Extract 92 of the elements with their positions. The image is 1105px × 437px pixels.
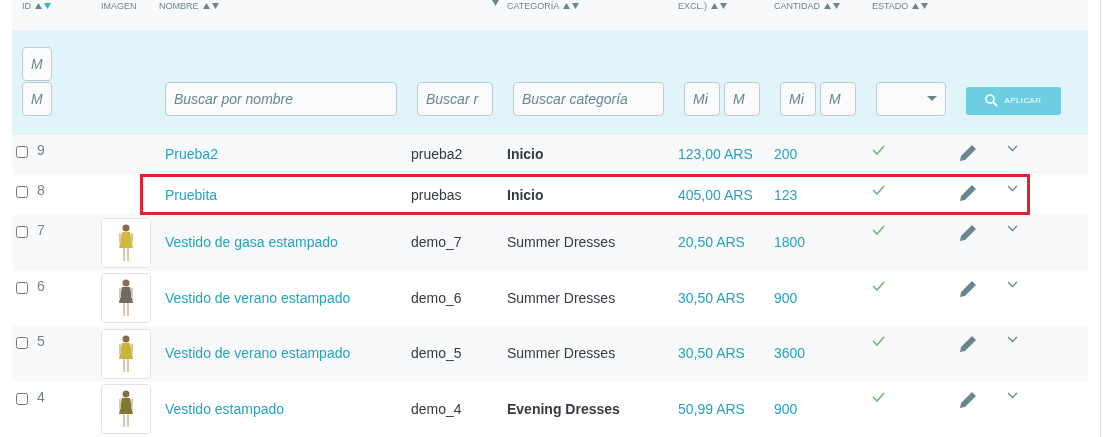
chevron-down-icon[interactable]	[1007, 144, 1018, 152]
check-icon[interactable]	[872, 280, 885, 291]
sort-up-icon[interactable]	[824, 3, 831, 9]
row-checkbox[interactable]	[16, 145, 28, 158]
filter-field[interactable]: M	[820, 81, 856, 116]
product-category: Inicio	[507, 146, 544, 163]
row-checkbox[interactable]	[16, 281, 28, 294]
edit-icon[interactable]	[960, 390, 977, 408]
product-quantity: 900	[774, 289, 798, 306]
product-id: 8	[37, 181, 45, 198]
row-checkbox[interactable]	[16, 337, 28, 350]
product-quantity: 123	[774, 186, 798, 203]
filter-field[interactable]: Buscar por nombre	[165, 81, 397, 116]
sort-down-icon[interactable]	[833, 3, 840, 9]
chevron-down-icon[interactable]	[1007, 225, 1018, 233]
column-header: CANTIDAD	[774, 0, 820, 12]
product-reference: demo_5	[411, 345, 462, 362]
sort-up-icon[interactable]	[35, 3, 42, 9]
product-id: 6	[37, 277, 45, 294]
sort-down-icon[interactable]	[720, 3, 727, 9]
filter-field[interactable]: M	[22, 81, 52, 116]
product-price: 123,00 ARS	[678, 146, 753, 163]
sort-up-icon[interactable]	[202, 3, 210, 9]
product-name[interactable]: Vestido de gasa estampado	[165, 234, 338, 251]
column-header: IMAGEN	[101, 0, 137, 12]
product-quantity: 200	[774, 146, 798, 163]
product-reference: prueba2	[411, 146, 463, 163]
product-id: 7	[37, 222, 45, 239]
product-quantity: 900	[774, 400, 798, 417]
sort-down-icon[interactable]	[492, 0, 499, 6]
caret-icon	[927, 96, 937, 102]
product-quantity: 3600	[774, 345, 806, 362]
check-icon[interactable]	[872, 225, 885, 236]
product-name[interactable]: Vestido de verano estampado	[165, 345, 351, 362]
column-header: ID	[22, 0, 31, 12]
filter-field[interactable]: Mi	[684, 81, 720, 116]
column-header: EXCL.)	[678, 0, 707, 12]
product-name[interactable]: Vestido de verano estampado	[165, 289, 351, 306]
chevron-down-icon[interactable]	[1007, 280, 1018, 288]
product-quantity: 1800	[774, 234, 806, 251]
product-name[interactable]: Vestido estampado	[165, 400, 285, 417]
sort-down-icon[interactable]	[211, 3, 219, 9]
column-header: NOMBRE	[159, 0, 199, 12]
product-name[interactable]: Prueba2	[165, 146, 218, 163]
column-header: CATEGORÍA	[507, 0, 560, 12]
product-id: 5	[37, 333, 45, 350]
chevron-down-icon[interactable]	[1007, 184, 1018, 192]
column-header: ESTADO	[872, 0, 909, 12]
sort-up-icon[interactable]	[912, 3, 920, 9]
chevron-down-icon[interactable]	[1007, 391, 1018, 399]
product-price: 20,50 ARS	[678, 234, 745, 251]
product-category: Summer Dresses	[507, 289, 616, 306]
product-id: 9	[37, 141, 45, 158]
filter-field[interactable]: M	[724, 81, 760, 116]
product-category: Summer Dresses	[507, 234, 616, 251]
product-reference: demo_7	[411, 234, 462, 251]
edit-icon[interactable]	[960, 224, 977, 242]
product-reference: demo_6	[411, 289, 462, 306]
filter-field[interactable]: Buscar categoría	[513, 81, 664, 116]
product-category: Summer Dresses	[507, 345, 616, 362]
filter-field[interactable]: Buscar r	[417, 81, 493, 116]
row-checkbox[interactable]	[16, 185, 28, 198]
product-price: 30,50 ARS	[678, 345, 745, 362]
check-icon[interactable]	[872, 144, 885, 155]
check-icon[interactable]	[872, 184, 885, 195]
product-price: 50,99 ARS	[678, 400, 745, 417]
check-icon[interactable]	[872, 391, 885, 402]
edit-icon[interactable]	[960, 143, 977, 161]
product-category: Evening Dresses	[507, 400, 620, 417]
sort-down-icon[interactable]	[572, 3, 580, 9]
check-icon[interactable]	[872, 336, 885, 347]
product-price: 30,50 ARS	[678, 289, 745, 306]
sort-down-icon[interactable]	[44, 3, 51, 9]
product-name[interactable]: Pruebita	[165, 186, 218, 203]
product-price: 405,00 ARS	[678, 186, 753, 203]
sort-down-icon[interactable]	[921, 3, 929, 9]
filter-field[interactable]: Mi	[780, 81, 816, 116]
row-checkbox[interactable]	[16, 392, 28, 405]
edit-icon[interactable]	[960, 183, 977, 201]
apply-button[interactable]: APLICAR	[966, 86, 1061, 115]
product-id: 4	[37, 388, 45, 405]
edit-icon[interactable]	[960, 335, 977, 353]
sort-up-icon[interactable]	[563, 3, 571, 9]
sort-up-icon[interactable]	[711, 3, 718, 9]
row-checkbox[interactable]	[16, 226, 28, 239]
product-reference: pruebas	[411, 186, 462, 203]
product-category: Inicio	[507, 186, 544, 203]
product-reference: demo_4	[411, 400, 462, 417]
filter-field[interactable]: M	[22, 46, 52, 81]
search-icon	[985, 94, 999, 108]
chevron-down-icon[interactable]	[1007, 336, 1018, 344]
edit-icon[interactable]	[960, 279, 977, 297]
